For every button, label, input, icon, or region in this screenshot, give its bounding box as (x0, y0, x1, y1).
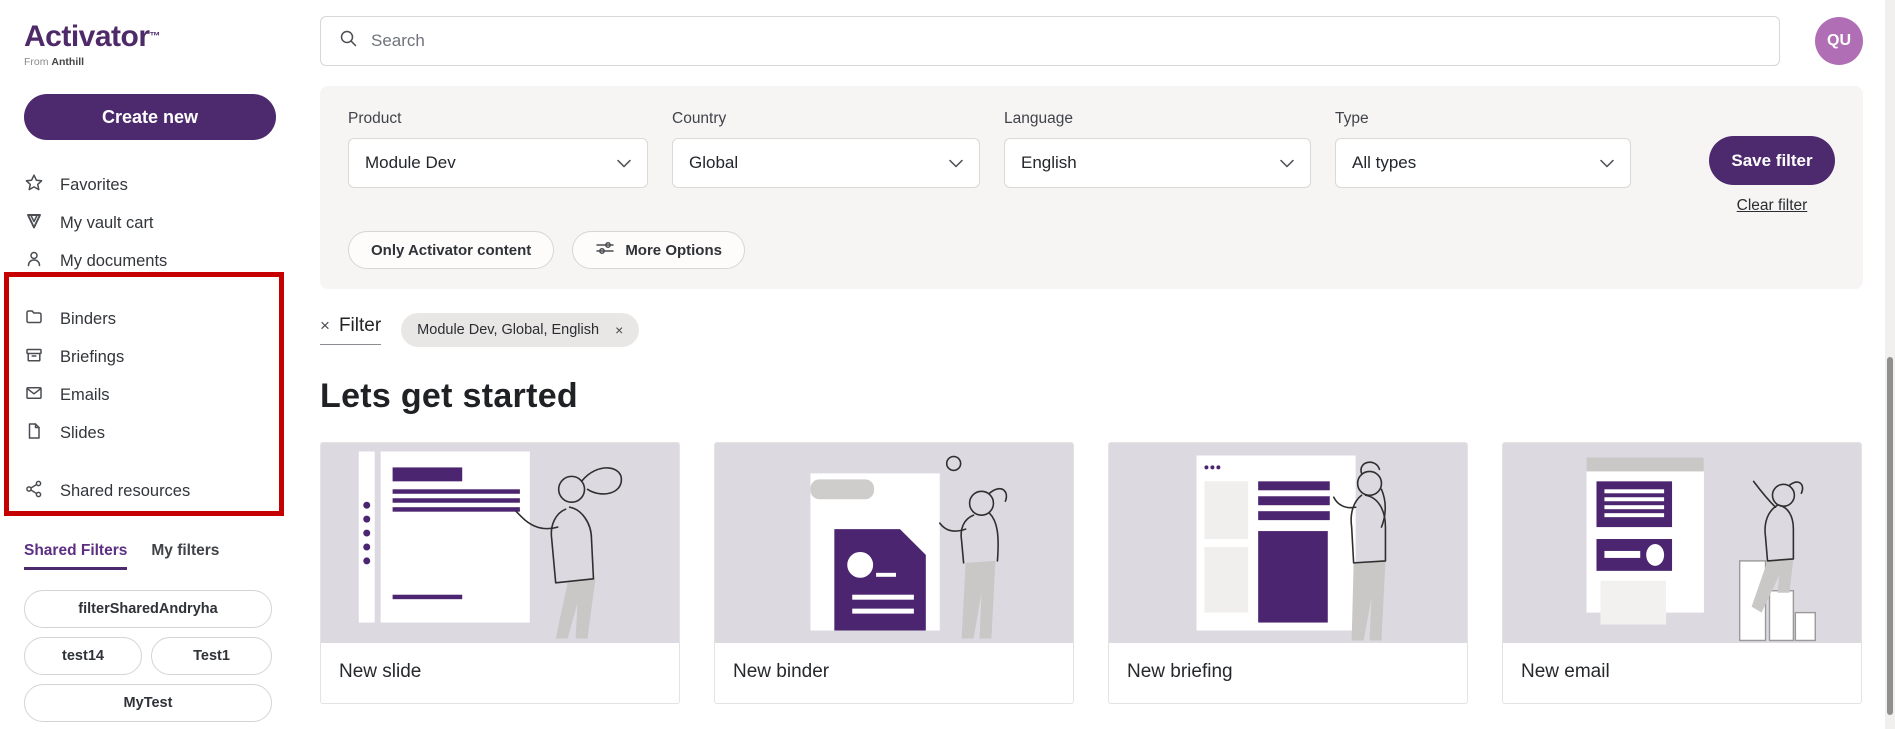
field-product: Product Module Dev (348, 110, 648, 215)
applied-filter-chip-text: Module Dev, Global, English (417, 322, 599, 338)
chevron-down-icon (617, 153, 631, 173)
avatar[interactable]: QU (1815, 17, 1863, 65)
card-label: New slide (321, 643, 679, 703)
sidebar-item-my-documents[interactable]: My documents (24, 242, 294, 280)
chevron-down-icon (1280, 153, 1294, 173)
new-binder-card[interactable]: New binder (714, 442, 1074, 704)
field-type: Type All types (1335, 110, 1631, 215)
sidebar-item-binders[interactable]: Binders (24, 300, 294, 338)
share-icon (24, 479, 44, 504)
field-label: Type (1335, 110, 1631, 128)
select-value: English (1021, 153, 1077, 173)
select-value: Global (689, 153, 738, 173)
sidebar-item-emails[interactable]: Emails (24, 376, 294, 414)
save-filter-area: Save filter Clear filter (1709, 110, 1835, 215)
saved-filter-pill[interactable]: test14 (24, 637, 142, 675)
card-label: New briefing (1109, 643, 1467, 703)
card-label: New binder (715, 643, 1073, 703)
search-input[interactable] (371, 31, 1779, 51)
field-language: Language English (1004, 110, 1311, 215)
sidebar-nav: Favorites My vault cart My documents Bin… (24, 166, 294, 510)
chevron-down-icon (1600, 153, 1614, 173)
save-filter-button[interactable]: Save filter (1709, 136, 1835, 185)
applied-filter-chip[interactable]: Module Dev, Global, English × (401, 313, 639, 347)
saved-filter-tabs: Shared Filters My filters (24, 542, 294, 570)
sidebar-item-label: Favorites (60, 176, 128, 195)
clear-filter-link[interactable]: Clear filter (1737, 197, 1808, 215)
field-label: Country (672, 110, 980, 128)
filter-panel: Product Module Dev Country Global Langua… (320, 86, 1863, 289)
more-options-button[interactable]: More Options (572, 231, 745, 269)
card-label: New email (1503, 643, 1861, 703)
get-started-cards: New slide (320, 442, 1863, 704)
saved-filter-pill[interactable]: MyTest (24, 684, 272, 722)
trademark-symbol: ™ (150, 31, 161, 43)
more-options-label: More Options (625, 242, 722, 259)
field-country: Country Global (672, 110, 980, 215)
clear-all-filters-control[interactable]: × Filter (320, 315, 381, 345)
saved-filter-pill[interactable]: filterSharedAndryha (24, 590, 272, 628)
close-icon: × (320, 316, 330, 336)
field-label: Product (348, 110, 648, 128)
sidebar-item-favorites[interactable]: Favorites (24, 166, 294, 204)
folder-icon (24, 307, 44, 332)
new-email-illustration (1503, 443, 1861, 643)
app-logo-text: Activator (24, 20, 150, 53)
tab-my-filters[interactable]: My filters (151, 542, 219, 570)
language-select[interactable]: English (1004, 138, 1311, 188)
sliders-icon (595, 240, 615, 260)
new-slide-card[interactable]: New slide (320, 442, 680, 704)
sidebar-item-label: Slides (60, 424, 105, 443)
type-select[interactable]: All types (1335, 138, 1631, 188)
sidebar-item-briefings[interactable]: Briefings (24, 338, 294, 376)
search-icon (339, 29, 358, 53)
main-content: QU Product Module Dev Country Global Lan… (294, 0, 1895, 729)
field-label: Language (1004, 110, 1311, 128)
person-icon (24, 249, 44, 274)
sidebar: Activator™ From Anthill Create new Favor… (0, 0, 294, 729)
sidebar-item-my-vault-cart[interactable]: My vault cart (24, 204, 294, 242)
sidebar-item-label: My documents (60, 252, 167, 271)
page-title: Lets get started (320, 377, 1863, 416)
scrollbar-thumb[interactable] (1887, 357, 1893, 715)
vault-icon (24, 211, 44, 236)
star-icon (24, 173, 44, 198)
new-email-card[interactable]: New email (1502, 442, 1862, 704)
new-slide-illustration (321, 443, 679, 643)
product-select[interactable]: Module Dev (348, 138, 648, 188)
sidebar-item-label: Shared resources (60, 482, 190, 501)
sidebar-item-label: Briefings (60, 348, 124, 367)
chip-close-icon[interactable]: × (615, 322, 623, 338)
saved-filter-pill[interactable]: Test1 (151, 637, 272, 675)
sidebar-item-label: Binders (60, 310, 116, 329)
sidebar-item-label: My vault cart (60, 214, 154, 233)
country-select[interactable]: Global (672, 138, 980, 188)
app-logo: Activator™ From Anthill (24, 20, 294, 68)
sidebar-item-shared-resources[interactable]: Shared resources (24, 472, 294, 510)
select-value: All types (1352, 153, 1416, 173)
archive-box-icon (24, 345, 44, 370)
saved-filter-list: filterSharedAndryha test14 Test1 MyTest (24, 590, 272, 722)
new-binder-illustration (715, 443, 1073, 643)
chevron-down-icon (949, 153, 963, 173)
select-value: Module Dev (365, 153, 456, 173)
new-briefing-illustration (1109, 443, 1467, 643)
only-activator-content-toggle[interactable]: Only Activator content (348, 231, 554, 269)
filter-bar-label: Filter (339, 315, 381, 337)
logo-tagline: From Anthill (24, 56, 294, 68)
top-bar: QU (320, 16, 1863, 66)
search-box[interactable] (320, 16, 1780, 66)
sidebar-item-label: Emails (60, 386, 110, 405)
new-briefing-card[interactable]: New briefing (1108, 442, 1468, 704)
create-new-button[interactable]: Create new (24, 94, 276, 140)
sidebar-item-slides[interactable]: Slides (24, 414, 294, 452)
applied-filter-bar: × Filter Module Dev, Global, English × (320, 313, 1863, 347)
tab-shared-filters[interactable]: Shared Filters (24, 542, 127, 570)
file-icon (24, 421, 44, 446)
envelope-icon (24, 383, 44, 408)
